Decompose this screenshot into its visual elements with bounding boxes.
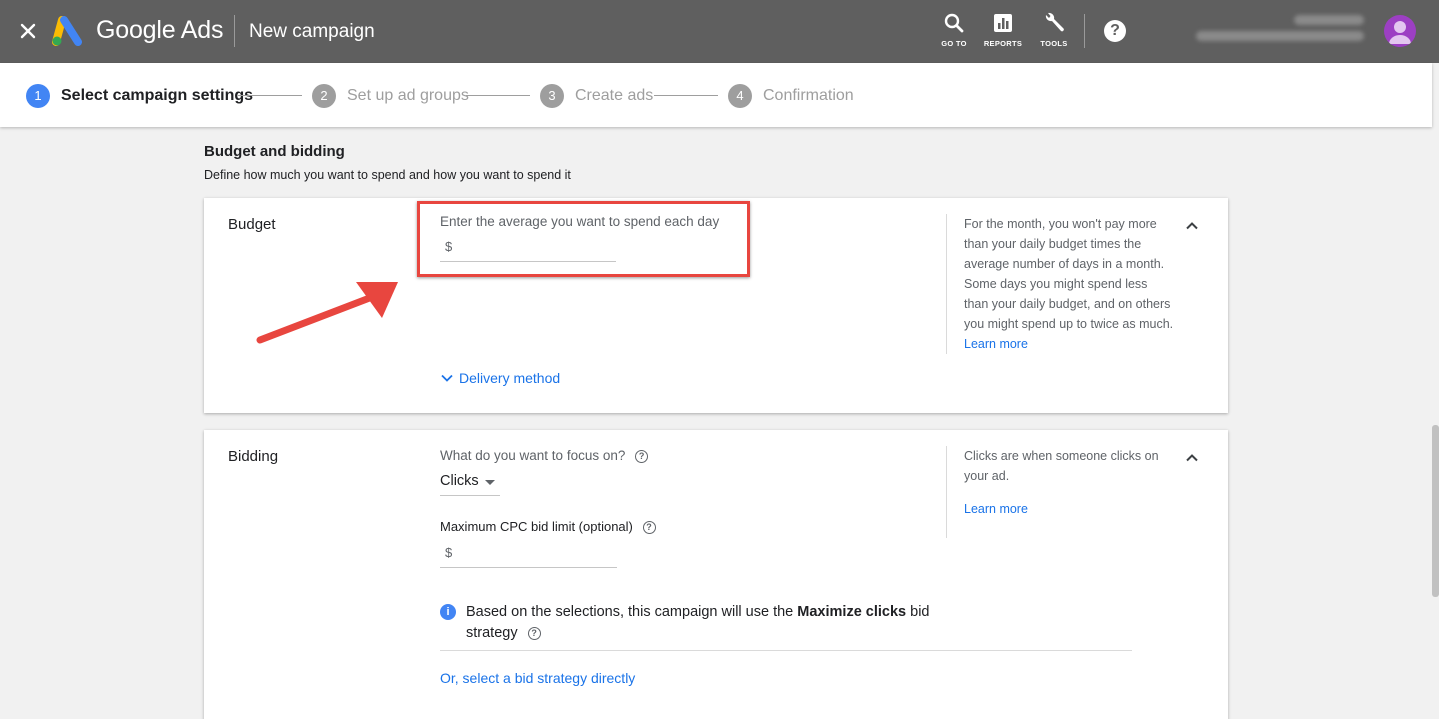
- delivery-method-link: Delivery method: [459, 370, 561, 386]
- help-circle-icon[interactable]: ?: [527, 626, 541, 640]
- info-icon: i: [440, 604, 456, 620]
- help-circle-icon[interactable]: ?: [635, 449, 649, 463]
- step-label: Select campaign settings: [61, 87, 254, 104]
- budget-help-text: For the month, you won't pay more than y…: [964, 214, 1174, 354]
- section-subtitle: Define how much you want to spend and ho…: [204, 168, 571, 182]
- delivery-method-toggle[interactable]: Delivery method: [440, 370, 560, 386]
- collapse-bidding-button[interactable]: [1182, 448, 1202, 468]
- max-cpc-input[interactable]: [440, 542, 617, 568]
- cpc-label: Maximum CPC bid limit (optional): [440, 519, 633, 534]
- bidding-divider: [440, 650, 1132, 651]
- page-title: New campaign: [249, 21, 375, 42]
- select-bid-strategy-link[interactable]: Or, select a bid strategy directly: [440, 670, 635, 686]
- tools-button[interactable]: TOOLS: [1032, 12, 1076, 48]
- focus-select[interactable]: Clicks: [440, 470, 500, 496]
- help-icon[interactable]: ?: [1104, 20, 1126, 42]
- reports-label: REPORTS: [983, 39, 1023, 48]
- help-divider: [946, 214, 947, 354]
- budget-card: Budget Enter the average you want to spe…: [204, 198, 1228, 413]
- section-title: Budget and bidding: [204, 143, 345, 160]
- info-strategy-name: Maximize clicks: [797, 604, 907, 620]
- bidding-card: Bidding What do you want to focus on? ? …: [204, 430, 1228, 719]
- bidding-help-text: Clicks are when someone clicks on your a…: [964, 446, 1174, 486]
- header-divider: [234, 15, 235, 47]
- cpc-question: Maximum CPC bid limit (optional) ?: [440, 519, 656, 535]
- budget-learn-more-link[interactable]: Learn more: [964, 337, 1028, 351]
- step-connector: [466, 95, 530, 96]
- chevron-up-icon: [1186, 454, 1198, 462]
- help-divider: [946, 446, 947, 538]
- step-select-settings[interactable]: 1 Select campaign settings: [26, 84, 253, 108]
- focus-label: What do you want to focus on?: [440, 448, 626, 463]
- account-info-blurred[interactable]: [1192, 13, 1364, 47]
- budget-label: Budget: [228, 216, 276, 233]
- step-create-ads[interactable]: 3 Create ads: [540, 84, 653, 108]
- top-app-bar: Google Ads New campaign GO TO REPORTS TO…: [0, 0, 1439, 63]
- brand-name: Google Ads: [96, 16, 224, 44]
- google-ads-logo-icon: [52, 16, 84, 46]
- step-number: 4: [728, 84, 752, 108]
- chevron-down-icon: [441, 374, 453, 382]
- info-prefix: Based on the selections, this campaign w…: [466, 604, 798, 620]
- step-number: 3: [540, 84, 564, 108]
- page-scrollbar[interactable]: [1432, 425, 1439, 597]
- step-connector: [654, 95, 718, 96]
- budget-input-label: Enter the average you want to spend each…: [440, 214, 720, 229]
- budget-help-body: For the month, you won't pay more than y…: [964, 217, 1174, 331]
- bidding-label: Bidding: [228, 448, 279, 465]
- step-confirmation[interactable]: 4 Confirmation: [728, 84, 854, 108]
- reports-button[interactable]: REPORTS: [981, 12, 1025, 48]
- goto-button[interactable]: GO TO: [932, 12, 976, 48]
- tools-label: TOOLS: [1040, 39, 1068, 48]
- step-number: 1: [26, 84, 50, 108]
- daily-budget-input[interactable]: [440, 236, 616, 262]
- dropdown-arrow-icon: [485, 480, 495, 485]
- wrench-icon: [1045, 12, 1064, 32]
- focus-selected-value: Clicks: [440, 473, 479, 489]
- header-divider: [1084, 14, 1085, 48]
- reports-icon: [994, 14, 1012, 32]
- annotation-arrow-icon: [256, 282, 398, 344]
- focus-question: What do you want to focus on? ?: [440, 448, 649, 463]
- step-label: Set up ad groups: [347, 87, 469, 104]
- chevron-up-icon: [1186, 222, 1198, 230]
- collapse-budget-button[interactable]: [1182, 216, 1202, 236]
- close-icon[interactable]: [17, 20, 39, 42]
- help-circle-icon[interactable]: ?: [642, 521, 656, 535]
- step-connector: [238, 95, 302, 96]
- step-ad-groups[interactable]: 2 Set up ad groups: [312, 84, 469, 108]
- step-label: Confirmation: [763, 87, 854, 104]
- step-label: Create ads: [575, 87, 654, 104]
- campaign-stepper: 1 Select campaign settings 2 Set up ad g…: [0, 63, 1432, 127]
- search-icon: [944, 13, 964, 33]
- goto-label: GO TO: [941, 39, 967, 48]
- bidding-learn-more-link[interactable]: Learn more: [964, 502, 1028, 516]
- bidding-help-body: Clicks are when someone clicks on your a…: [964, 449, 1159, 483]
- avatar[interactable]: [1384, 15, 1416, 47]
- step-number: 2: [312, 84, 336, 108]
- bid-strategy-text: Based on the selections, this campaign w…: [466, 602, 936, 644]
